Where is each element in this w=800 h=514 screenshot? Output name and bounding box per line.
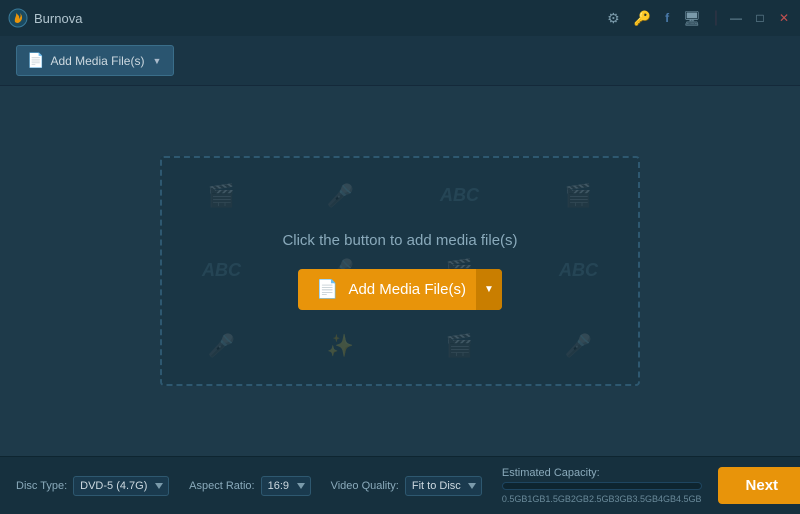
wm-1: 🎬	[162, 158, 281, 233]
drop-zone: 🎬 🎤 ABC 🎬 ABC 🎤 🎬 ABC 🎤 ✨ 🎬 🎤 Click the …	[160, 156, 640, 386]
capacity-section: Estimated Capacity: 0.5GB 1GB 1.5GB 2GB …	[502, 467, 702, 504]
add-media-center-button[interactable]: 📄 Add Media File(s) ▼	[298, 269, 502, 310]
disc-type-select[interactable]: DVD-5 (4.7G) DVD-9 (8.5G) BD-25 (25G) BD…	[73, 476, 169, 496]
add-media-center-label: Add Media File(s)	[348, 281, 466, 298]
tick-8: 4.5GB	[676, 494, 702, 504]
video-quality-select[interactable]: Fit to Disc High Medium Low	[405, 476, 482, 496]
tick-4: 2.5GB	[589, 494, 615, 504]
tick-1: 1GB	[527, 494, 545, 504]
monitor-icon[interactable]: 🖥	[680, 8, 704, 29]
wm-8: ABC	[519, 233, 638, 308]
key-icon[interactable]: 🔑	[631, 8, 654, 29]
wm-11: 🎬	[400, 309, 519, 384]
video-quality-field: Video Quality: Fit to Disc High Medium L…	[331, 476, 482, 496]
add-media-icon: 📄	[27, 52, 44, 69]
title-left: Burnova	[8, 8, 82, 28]
tick-5: 3GB	[614, 494, 632, 504]
title-bar: Burnova ⚙ 🔑 f 🖥 | — □ ✕	[0, 0, 800, 36]
tick-0: 0.5GB	[502, 494, 528, 504]
drop-text: Click the button to add media file(s)	[282, 232, 517, 249]
wm-10: ✨	[281, 309, 400, 384]
wm-2: 🎤	[281, 158, 400, 233]
add-media-center-icon: 📄	[316, 279, 338, 300]
toolbar: 📄 Add Media File(s) ▼	[0, 36, 800, 86]
wm-3: ABC	[400, 158, 519, 233]
capacity-ticks: 0.5GB 1GB 1.5GB 2GB 2.5GB 3GB 3.5GB 4GB …	[502, 494, 702, 504]
facebook-icon[interactable]: f	[662, 9, 672, 27]
main-area: 🎬 🎤 ABC 🎬 ABC 🎤 🎬 ABC 🎤 ✨ 🎬 🎤 Click the …	[0, 86, 800, 456]
capacity-bar-track	[502, 482, 702, 490]
video-quality-label: Video Quality:	[331, 480, 399, 492]
add-media-top-button[interactable]: 📄 Add Media File(s) ▼	[16, 45, 174, 76]
bottom-bar: Disc Type: DVD-5 (4.7G) DVD-9 (8.5G) BD-…	[0, 456, 800, 514]
tick-3: 2GB	[571, 494, 589, 504]
dropdown-arrow-icon: ▼	[152, 56, 161, 66]
wm-4: 🎬	[519, 158, 638, 233]
close-button[interactable]: ✕	[776, 10, 792, 26]
next-button[interactable]: Next	[718, 467, 800, 504]
title-controls: ⚙ 🔑 f 🖥 | — □ ✕	[604, 8, 792, 29]
settings-icon[interactable]: ⚙	[604, 8, 623, 29]
wm-12: 🎤	[519, 309, 638, 384]
estimated-capacity-label: Estimated Capacity:	[502, 467, 702, 479]
aspect-ratio-select[interactable]: 16:9 4:3	[261, 476, 311, 496]
app-logo-icon	[8, 8, 28, 28]
tick-6: 3.5GB	[632, 494, 658, 504]
minimize-button[interactable]: —	[728, 10, 744, 26]
tick-2: 1.5GB	[545, 494, 571, 504]
wm-5: ABC	[162, 233, 281, 308]
maximize-button[interactable]: □	[752, 10, 768, 26]
aspect-ratio-label: Aspect Ratio:	[189, 480, 254, 492]
wm-9: 🎤	[162, 309, 281, 384]
disc-type-field: Disc Type: DVD-5 (4.7G) DVD-9 (8.5G) BD-…	[16, 476, 169, 496]
app-title: Burnova	[34, 11, 82, 26]
tick-7: 4GB	[658, 494, 676, 504]
disc-type-label: Disc Type:	[16, 480, 67, 492]
add-media-top-label: Add Media File(s)	[50, 54, 144, 68]
aspect-ratio-field: Aspect Ratio: 16:9 4:3	[189, 476, 310, 496]
center-dropdown-arrow-icon[interactable]: ▼	[476, 269, 502, 310]
